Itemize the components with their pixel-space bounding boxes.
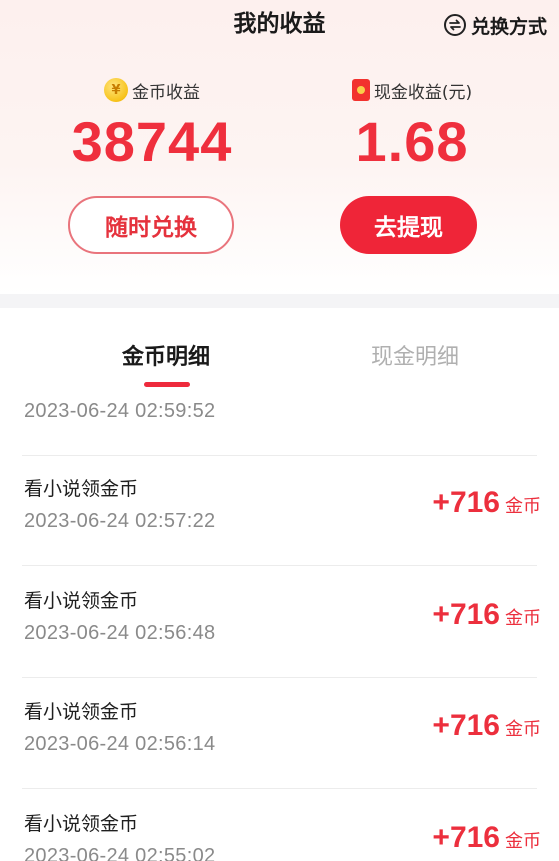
record-amount: +716 金币 <box>432 821 541 855</box>
exchange-mode-button[interactable]: 兑换方式 <box>443 11 547 39</box>
cash-earnings-label: 现金收益(元) <box>373 82 473 103</box>
amount-value: +716 <box>432 486 500 519</box>
record-amount: +716 金币 <box>432 709 541 743</box>
coin-earnings-label: 金币收益 <box>132 82 200 103</box>
exchange-mode-label: 兑换方式 <box>470 15 547 38</box>
amount-unit: 金币 <box>505 719 541 740</box>
active-tab-indicator <box>144 382 190 387</box>
amount-value: +716 <box>432 598 500 631</box>
amount-value: +716 <box>432 709 500 742</box>
amount-unit: 金币 <box>505 831 541 852</box>
withdraw-button[interactable]: 去提现 <box>340 196 477 254</box>
list-item: 2023-06-24 02:59:52 <box>0 398 559 456</box>
amount-unit: 金币 <box>505 608 541 629</box>
record-title: 看小说领金币 <box>24 701 139 723</box>
coin-record-list[interactable]: 2023-06-24 02:59:52 看小说领金币 2023-06-24 02… <box>0 398 559 861</box>
list-item: 看小说领金币 2023-06-24 02:55:02 +716 金币 <box>0 789 559 861</box>
list-item: 看小说领金币 2023-06-24 02:56:14 +716 金币 <box>0 677 559 789</box>
record-amount: +716 金币 <box>432 598 541 632</box>
gold-coin-icon: ¥ <box>104 78 128 102</box>
list-item: 看小说领金币 2023-06-24 02:56:48 +716 金币 <box>0 566 559 678</box>
tab-coin-details[interactable]: 金币明细 <box>86 342 246 374</box>
record-title: 看小说领金币 <box>24 813 139 835</box>
cash-earnings-value: 1.68 <box>355 110 469 173</box>
amount-unit: 金币 <box>505 496 541 517</box>
record-time: 2023-06-24 02:55:02 <box>24 845 216 861</box>
amount-value: +716 <box>432 821 500 854</box>
coin-earnings-value: 38744 <box>71 110 233 173</box>
record-amount: +716 金币 <box>432 486 541 520</box>
coin-earnings-stat: ¥ 金币收益 38744 <box>32 76 272 174</box>
list-item: 看小说领金币 2023-06-24 02:57:22 +716 金币 <box>0 454 559 566</box>
red-envelope-icon <box>351 79 370 101</box>
record-time: 2023-06-24 02:56:48 <box>24 622 216 644</box>
record-title: 看小说领金币 <box>24 478 139 500</box>
record-time: 2023-06-24 02:59:52 <box>24 400 216 422</box>
record-title: 看小说领金币 <box>24 590 139 612</box>
cash-earnings-stat: 现金收益(元) 1.68 <box>292 76 532 174</box>
section-divider <box>0 294 559 308</box>
tab-cash-details[interactable]: 现金明细 <box>335 342 495 374</box>
exchange-arrows-icon <box>443 14 466 36</box>
record-time: 2023-06-24 02:57:22 <box>24 510 216 532</box>
record-time: 2023-06-24 02:56:14 <box>24 733 216 755</box>
exchange-anytime-button[interactable]: 随时兑换 <box>68 196 234 254</box>
detail-tabs: 金币明细 现金明细 <box>0 308 559 398</box>
